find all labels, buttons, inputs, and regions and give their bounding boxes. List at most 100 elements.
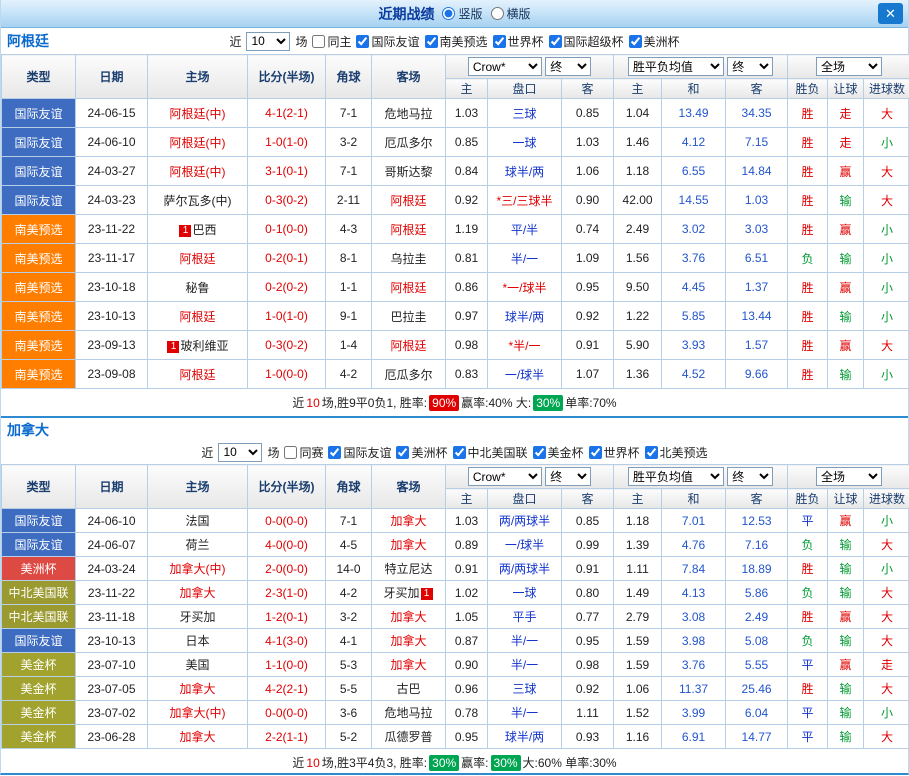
filter-checkbox-input[interactable]	[396, 446, 409, 459]
filter-checkbox-input[interactable]	[549, 35, 562, 48]
avg-time-select[interactable]: 终	[727, 467, 773, 486]
recent-count-select[interactable]: 10	[246, 32, 290, 51]
away-team: 加拿大	[372, 653, 446, 677]
result-handicap: 赢	[828, 653, 864, 677]
filter-checkbox-input[interactable]	[533, 446, 546, 459]
filter-checkbox-input[interactable]	[425, 35, 438, 48]
home-team: 加拿大	[148, 725, 248, 749]
filter-checkbox[interactable]: 国际超级杯	[549, 33, 624, 50]
away-team: 阿根廷	[372, 186, 446, 215]
home-team: 阿根廷(中)	[148, 157, 248, 186]
filter-checkbox-input[interactable]	[284, 446, 297, 459]
result-goals: 大	[864, 605, 909, 629]
filter-checkbox[interactable]: 世界杯	[589, 444, 640, 461]
away-team: 厄瓜多尔	[372, 128, 446, 157]
filter-checkbox-input[interactable]	[493, 35, 506, 48]
filter-checkbox[interactable]: 中北美国联	[453, 444, 528, 461]
avg-home: 1.06	[614, 677, 662, 701]
avg-draw: 6.91	[662, 725, 726, 749]
vertical-radio[interactable]	[442, 7, 455, 20]
red-1-badge: 1	[179, 225, 191, 237]
team-section: 加拿大 近 10 场 同赛国际友谊美洲杯中北美国联美金杯世界杯北美预选 类型 日…	[1, 416, 908, 776]
horizontal-radio[interactable]	[491, 7, 504, 20]
summary-text: 场,胜9平0负1, 胜率:	[322, 394, 427, 411]
team-name-text: 瓜德罗普	[384, 730, 432, 744]
avg-home: 1.49	[614, 581, 662, 605]
filter-checkbox[interactable]: 同主	[312, 33, 351, 50]
match-type: 南美预选	[2, 360, 76, 389]
score: 3-1(0-1)	[248, 157, 326, 186]
close-button[interactable]: ✕	[878, 3, 903, 24]
away-team: 加拿大	[372, 605, 446, 629]
odds-time-select[interactable]: 终	[545, 467, 591, 486]
match-type: 国际友谊	[2, 629, 76, 653]
recent-count-select[interactable]: 10	[218, 443, 262, 462]
score: 0-3(0-2)	[248, 186, 326, 215]
score: 0-0(0-0)	[248, 701, 326, 725]
match-type: 美金杯	[2, 677, 76, 701]
odds-home: 0.81	[446, 244, 488, 273]
result-wdl: 平	[788, 509, 828, 533]
odds-company-select[interactable]: Crow*	[468, 57, 542, 76]
match-date: 23-07-05	[76, 677, 148, 701]
avg-type-select[interactable]: 胜平负均值	[628, 467, 724, 486]
odds-home: 0.92	[446, 186, 488, 215]
filter-checkbox[interactable]: 同赛	[284, 444, 323, 461]
odds-away: 1.11	[562, 701, 614, 725]
filter-checkbox-input[interactable]	[645, 446, 658, 459]
result-goals: 小	[864, 360, 909, 389]
result-wdl: 平	[788, 653, 828, 677]
odds-time-select[interactable]: 终	[545, 57, 591, 76]
team-name-text: 荷兰	[185, 538, 209, 552]
matches-table: 类型 日期 主场 比分(半场) 角球 客场 Crow* 终 胜平负均值 终	[1, 464, 909, 749]
filter-checkbox[interactable]: 国际友谊	[356, 33, 419, 50]
sub-col-avg-away: 客	[726, 79, 788, 99]
home-team: 加拿大(中)	[148, 557, 248, 581]
odds-company-select[interactable]: Crow*	[468, 467, 542, 486]
filter-checkbox[interactable]: 国际友谊	[328, 444, 391, 461]
team-name-text: 哥斯达黎	[384, 165, 432, 179]
summary-text: 近	[292, 394, 304, 411]
filter-checkbox[interactable]: 北美预选	[645, 444, 708, 461]
corners: 4-3	[326, 215, 372, 244]
team-name-text: 危地马拉	[384, 107, 432, 121]
layout-option-vertical[interactable]: 竖版	[442, 5, 482, 22]
score: 1-1(0-0)	[248, 653, 326, 677]
avg-away: 2.49	[726, 605, 788, 629]
match-date: 23-11-22	[76, 581, 148, 605]
match-date: 24-06-15	[76, 99, 148, 128]
filter-checkbox-input[interactable]	[328, 446, 341, 459]
filter-checkbox[interactable]: 南美预选	[425, 33, 488, 50]
scope-controls: 全场	[788, 55, 909, 79]
layout-option-horizontal[interactable]: 横版	[491, 5, 531, 22]
filter-checkbox[interactable]: 美洲杯	[396, 444, 447, 461]
match-type: 国际友谊	[2, 157, 76, 186]
team-name-text: 牙买加	[179, 610, 215, 624]
odds-home: 0.87	[446, 629, 488, 653]
match-row: 国际友谊23-10-13日本4-1(3-0)4-1加拿大0.87半/一0.951…	[2, 629, 909, 653]
avg-time-select[interactable]: 终	[727, 57, 773, 76]
sub-col-odds-home: 主	[446, 489, 488, 509]
summary-text: 10	[306, 756, 319, 770]
scope-select[interactable]: 全场	[816, 467, 882, 486]
home-team: 法国	[148, 509, 248, 533]
avg-draw: 3.99	[662, 701, 726, 725]
filter-checkbox-input[interactable]	[312, 35, 325, 48]
team-name-text: 加拿大(中)	[170, 706, 226, 720]
filter-checkbox-input[interactable]	[356, 35, 369, 48]
odds-controls: Crow* 终	[446, 55, 614, 79]
result-goals: 小	[864, 509, 909, 533]
filter-checkbox[interactable]: 美洲杯	[629, 33, 680, 50]
filter-checkbox[interactable]: 世界杯	[493, 33, 544, 50]
filter-checkbox[interactable]: 美金杯	[533, 444, 584, 461]
team-name-text: 阿根廷	[390, 223, 426, 237]
sub-col-goals-result: 进球数	[864, 489, 909, 509]
filter-checkbox-input[interactable]	[629, 35, 642, 48]
avg-type-select[interactable]: 胜平负均值	[628, 57, 724, 76]
filter-checkbox-label: 世界杯	[604, 444, 640, 461]
match-row: 中北美国联23-11-18牙买加1-2(0-1)3-2加拿大1.05平手0.77…	[2, 605, 909, 629]
scope-select[interactable]: 全场	[816, 57, 882, 76]
match-date: 23-06-28	[76, 725, 148, 749]
filter-checkbox-input[interactable]	[589, 446, 602, 459]
filter-checkbox-input[interactable]	[453, 446, 466, 459]
